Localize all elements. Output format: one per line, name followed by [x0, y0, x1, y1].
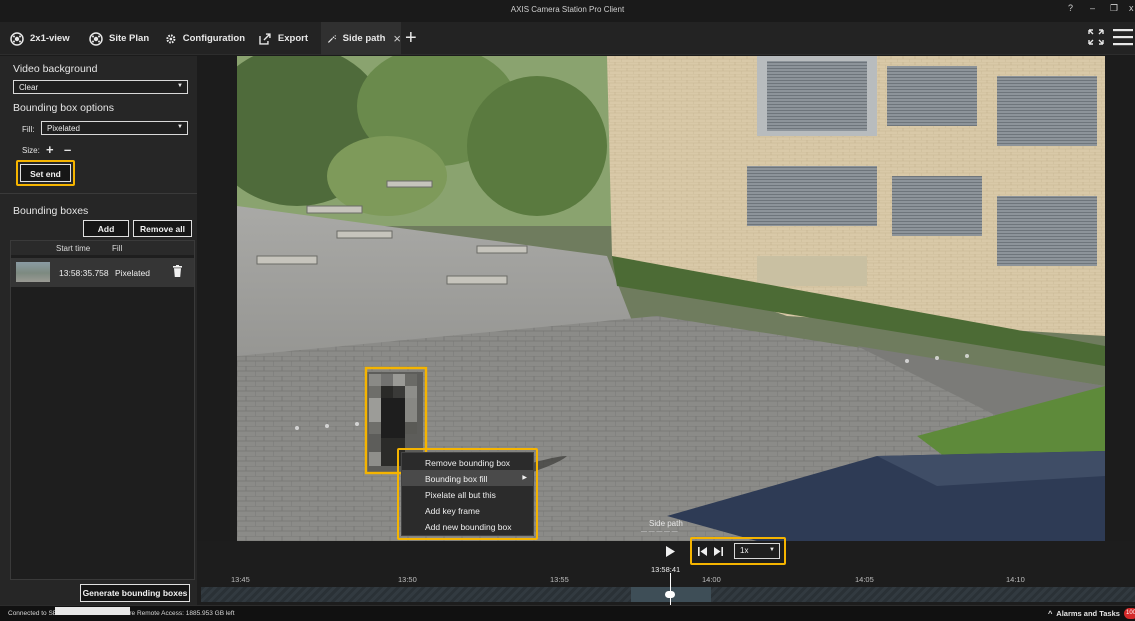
row-fill: Pixelated [115, 268, 150, 278]
video-area: Side path — — — — — [197, 56, 1135, 541]
close-window-icon[interactable]: x [1129, 3, 1134, 13]
menu-item-add-new-bounding-box[interactable]: Add new bounding box [402, 518, 533, 534]
chevron-up-icon: ^ [1048, 609, 1053, 618]
left-panel: Video background Clear ▼ Bounding box op… [0, 56, 197, 605]
export-icon [259, 32, 271, 45]
tab-2x1-view[interactable]: 2x1-view [10, 22, 78, 55]
minimize-icon[interactable]: – [1090, 3, 1095, 13]
menu-item-add-key-frame[interactable]: Add key frame [402, 502, 533, 518]
playhead[interactable] [670, 573, 671, 605]
tab-configuration[interactable]: Configuration [165, 22, 245, 55]
table-header: Start time Fill [11, 241, 194, 255]
camera-video[interactable] [237, 56, 1105, 541]
trash-icon[interactable] [173, 265, 182, 277]
size-decrease-button[interactable]: – [64, 142, 71, 157]
select-value: Clear [19, 83, 39, 92]
menu-item-bounding-box-fill[interactable]: Bounding box fill ▶ [402, 470, 533, 486]
redact-icon [327, 34, 336, 43]
playhead-handle[interactable] [665, 591, 675, 598]
alarms-label: Alarms and Tasks [1056, 609, 1120, 618]
tab-export[interactable]: Export [258, 22, 308, 55]
add-tab-button[interactable]: + [405, 27, 417, 50]
tab-label: Side path [342, 33, 386, 44]
generate-bounding-boxes-button[interactable]: Generate bounding boxes [80, 584, 190, 602]
column-start-time: Start time [56, 244, 91, 253]
select-value: Pixelated [47, 124, 80, 133]
chevron-down-icon: ▼ [769, 547, 775, 553]
remove-all-button[interactable]: Remove all [133, 220, 192, 237]
context-menu: Remove bounding box Bounding box fill ▶ … [401, 452, 534, 536]
chevron-right-icon: ▶ [522, 475, 527, 481]
column-fill: Fill [112, 244, 123, 253]
timeline-tick: 13:50 [398, 575, 417, 584]
menu-icon[interactable] [1113, 29, 1133, 46]
next-frame-icon[interactable] [714, 547, 723, 556]
menu-item-pixelate-all-but-this[interactable]: Pixelate all but this [402, 486, 533, 502]
set-end-button[interactable]: Set end [20, 164, 71, 182]
fullscreen-icon[interactable] [1088, 29, 1104, 45]
tab-label: 2x1-view [30, 33, 70, 44]
camera-info-overlay: — — — — — [641, 529, 678, 535]
size-label: Size: [22, 146, 40, 155]
gear-icon [166, 33, 176, 44]
menu-item-label: Remove bounding box [425, 458, 511, 468]
toolbar-corner [1088, 29, 1133, 46]
close-tab-icon[interactable]: × [393, 31, 401, 46]
video-background-label: Video background [13, 63, 98, 75]
fill-label: Fill: [22, 125, 35, 134]
menu-item-label: Pixelate all but this [425, 490, 496, 500]
tab-label: Export [277, 33, 308, 44]
playback-speed-select[interactable]: 1x ▼ [734, 543, 780, 559]
bbox-thumbnail [16, 262, 50, 282]
add-button[interactable]: Add [83, 220, 129, 237]
tab-label: Configuration [182, 33, 245, 44]
bounding-boxes-label: Bounding boxes [13, 205, 89, 217]
menu-item-label: Add key frame [425, 506, 480, 516]
timeline-tick: 13:55 [550, 575, 569, 584]
restore-icon[interactable]: ❐ [1110, 3, 1118, 14]
window-title: AXIS Camera Station Pro Client [510, 5, 625, 14]
fill-select[interactable]: Pixelated ▼ [41, 121, 188, 135]
camera-name-overlay: Side path [649, 519, 683, 528]
timeline-tick: 13:45 [231, 575, 250, 584]
select-value: 1x [740, 546, 749, 555]
divider [0, 193, 197, 194]
timeline-tick: 14:10 [1006, 575, 1025, 584]
title-bar: AXIS Camera Station Pro Client ? – ❐ x [0, 0, 1135, 22]
menu-item-remove-bounding-box[interactable]: Remove bounding box [402, 454, 533, 470]
chevron-down-icon: ▼ [177, 124, 183, 130]
bounding-box-table: Start time Fill 13:58:35.758 Pixelated [10, 240, 195, 580]
size-increase-button[interactable]: + [46, 142, 54, 157]
tab-label: Site Plan [109, 33, 150, 44]
alarms-count-badge: 100 [1124, 608, 1135, 619]
tab-side-path[interactable]: Side path × [321, 22, 401, 55]
tab-site-plan[interactable]: Site Plan [89, 22, 159, 55]
table-row[interactable]: 13:58:35.758 Pixelated [11, 258, 194, 287]
current-time-label: 13:58:41 [651, 565, 681, 574]
camera-view-icon [10, 31, 24, 46]
play-icon[interactable] [665, 546, 675, 557]
menu-item-label: Bounding box fill [425, 474, 488, 484]
row-start-time: 13:58:35.758 [59, 268, 109, 278]
site-plan-icon [89, 31, 103, 46]
menu-item-label: Add new bounding box [425, 522, 512, 532]
help-icon[interactable]: ? [1068, 3, 1073, 13]
alarms-and-tasks-button[interactable]: ^ Alarms and Tasks [1048, 609, 1120, 618]
previous-frame-icon[interactable] [698, 547, 707, 556]
redacted-server-name [55, 607, 130, 615]
bbox-options-label: Bounding box options [13, 102, 114, 114]
video-background-select[interactable]: Clear ▼ [13, 80, 188, 94]
status-bar: Connected to SE-LUND-TT-OFFICE Secure Re… [0, 605, 1135, 621]
timeline-tick: 14:05 [855, 575, 874, 584]
timeline-tick: 14:00 [702, 575, 721, 584]
app-window: AXIS Camera Station Pro Client ? – ❐ x 2… [0, 0, 1135, 621]
chevron-down-icon: ▼ [177, 83, 183, 89]
